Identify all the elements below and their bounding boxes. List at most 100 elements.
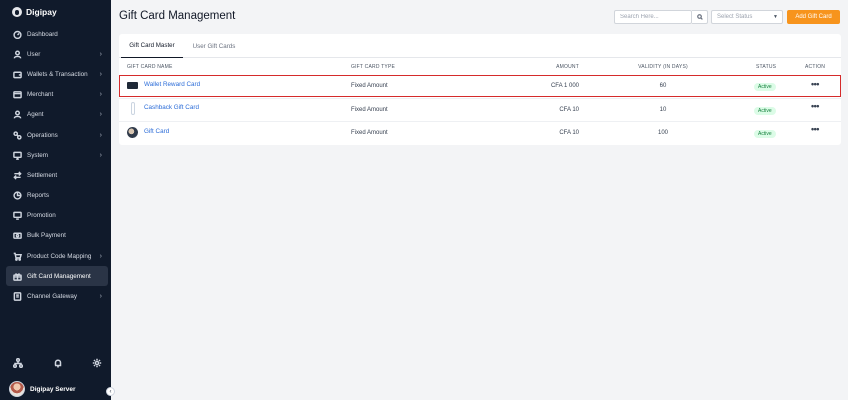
gift-card-type: Fixed Amount bbox=[351, 130, 388, 136]
sidebar-item-product-code-mapping[interactable]: Product Code Mapping › bbox=[6, 246, 108, 266]
bulk-payment-icon bbox=[13, 231, 22, 240]
gift-card-panel: Gift Card Master User Gift Cards GIFT CA… bbox=[119, 34, 841, 145]
sidebar-item-label: Dashboard bbox=[27, 30, 58, 38]
brand-logo-icon bbox=[12, 7, 22, 17]
dashboard-icon bbox=[13, 30, 22, 39]
chevron-right-icon: › bbox=[99, 50, 102, 58]
chevron-right-icon: › bbox=[99, 131, 102, 139]
sidebar-item-agent[interactable]: Agent › bbox=[6, 105, 108, 125]
chevron-right-icon: › bbox=[99, 252, 102, 260]
column-header-status: STATUS bbox=[756, 64, 777, 70]
sidebar-item-reports[interactable]: Reports bbox=[6, 186, 108, 206]
sidebar-item-label: Merchant bbox=[27, 91, 54, 99]
tab-bar: Gift Card Master User Gift Cards bbox=[119, 34, 841, 58]
gift-card-type: Fixed Amount bbox=[351, 107, 388, 113]
gift-card-name-link[interactable]: Wallet Reward Card bbox=[144, 81, 200, 88]
collapse-sidebar-button[interactable]: ‹ bbox=[106, 387, 115, 396]
add-gift-card-button[interactable]: Add Gift Card bbox=[787, 10, 840, 24]
sidebar-item-label: Agent bbox=[27, 111, 44, 119]
gift-card-validity: 100 bbox=[657, 130, 668, 136]
user-icon bbox=[13, 50, 22, 59]
search-button[interactable] bbox=[692, 10, 708, 24]
table-row[interactable]: Wallet Reward Card Fixed Amount CFA 1 00… bbox=[119, 75, 841, 97]
column-header-validity: VALIDITY (IN DAYS) bbox=[638, 64, 688, 70]
sidebar-item-operations[interactable]: Operations › bbox=[6, 125, 108, 145]
sidebar-item-wallets[interactable]: Wallets & Transaction › bbox=[6, 64, 108, 84]
sidebar-item-label: Operations bbox=[27, 131, 58, 139]
operations-icon bbox=[13, 130, 22, 140]
table-header: GIFT CARD NAME GIFT CARD TYPE AMOUNT VAL… bbox=[119, 60, 841, 74]
chevron-right-icon: › bbox=[99, 293, 102, 301]
sidebar-item-system[interactable]: System › bbox=[6, 145, 108, 165]
chevron-right-icon: › bbox=[99, 151, 102, 159]
chevron-right-icon: › bbox=[99, 91, 102, 99]
chevron-right-icon: › bbox=[99, 111, 102, 119]
brand[interactable]: Digipay bbox=[12, 6, 57, 18]
gift-icon bbox=[13, 272, 22, 281]
status-badge: Active bbox=[754, 83, 776, 91]
cart-icon bbox=[13, 252, 22, 261]
sidebar-nav: Dashboard User › Wallets & Transaction ›… bbox=[6, 24, 108, 307]
page-title: Gift Card Management bbox=[119, 10, 236, 22]
status-badge: Active bbox=[754, 107, 776, 115]
tab-gift-card-master[interactable]: Gift Card Master bbox=[121, 34, 183, 58]
sidebar-item-settlement[interactable]: Settlement bbox=[6, 165, 108, 185]
gift-card-amount: CFA 10 bbox=[559, 107, 579, 113]
status-select-placeholder: Select Status bbox=[717, 14, 753, 20]
chevron-down-icon: ▼ bbox=[773, 14, 778, 20]
card-thumbnail bbox=[131, 102, 135, 115]
gift-card-type: Fixed Amount bbox=[351, 83, 388, 89]
card-thumbnail bbox=[127, 82, 138, 89]
bell-icon[interactable] bbox=[53, 358, 63, 370]
gateway-icon bbox=[13, 292, 22, 301]
sidebar-item-label: Promotion bbox=[27, 212, 56, 220]
gift-card-validity: 60 bbox=[659, 83, 667, 89]
chevron-right-icon: › bbox=[99, 70, 102, 78]
sidebar-item-label: Product Code Mapping bbox=[27, 252, 92, 260]
avatar bbox=[9, 381, 25, 397]
column-header-type: GIFT CARD TYPE bbox=[351, 64, 396, 70]
sidebar-item-channel-gateway[interactable]: Channel Gateway › bbox=[6, 286, 108, 306]
table-row[interactable]: Gift Card Fixed Amount CFA 10 100 Active… bbox=[119, 121, 841, 143]
sidebar-item-label: User bbox=[27, 50, 41, 58]
promotion-icon bbox=[13, 211, 22, 221]
tab-user-gift-cards[interactable]: User Gift Cards bbox=[185, 34, 243, 58]
sidebar-item-label: Reports bbox=[27, 192, 50, 200]
system-icon bbox=[13, 151, 22, 160]
more-actions-button[interactable]: ••• bbox=[811, 101, 819, 111]
sidebar-item-bulk-payment[interactable]: Bulk Payment bbox=[6, 226, 108, 246]
sidebar-item-label: Channel Gateway bbox=[27, 293, 78, 301]
sidebar-item-promotion[interactable]: Promotion bbox=[6, 206, 108, 226]
gear-icon[interactable] bbox=[92, 358, 102, 370]
sidebar-item-label: Bulk Payment bbox=[27, 232, 66, 240]
gift-card-amount: CFA 10 bbox=[559, 130, 579, 136]
sidebar-item-gift-card-management[interactable]: Gift Card Management bbox=[6, 266, 108, 287]
sidebar-item-user[interactable]: User › bbox=[6, 44, 108, 64]
column-header-action: ACTION bbox=[805, 64, 826, 70]
sidebar: Digipay Dashboard User › Wallets & Trans… bbox=[0, 0, 111, 400]
brand-name: Digipay bbox=[26, 7, 57, 17]
sidebar-item-label: Gift Card Management bbox=[27, 272, 91, 280]
more-actions-button[interactable]: ••• bbox=[811, 124, 819, 134]
sidebar-item-label: Wallets & Transaction bbox=[27, 70, 88, 78]
status-select[interactable]: Select Status ▼ bbox=[711, 10, 783, 24]
gift-card-name-link[interactable]: Cashback Gift Card bbox=[144, 104, 199, 111]
sidebar-item-label: Settlement bbox=[27, 171, 58, 179]
sidebar-item-merchant[interactable]: Merchant › bbox=[6, 85, 108, 105]
merchant-icon bbox=[13, 90, 22, 99]
user-profile[interactable]: Digipay Server bbox=[9, 381, 76, 397]
search-input[interactable] bbox=[614, 10, 692, 24]
more-actions-button[interactable]: ••• bbox=[811, 79, 819, 89]
table-row[interactable]: Cashback Gift Card Fixed Amount CFA 10 1… bbox=[119, 98, 841, 120]
gift-card-validity: 10 bbox=[659, 107, 667, 113]
hierarchy-icon[interactable] bbox=[12, 357, 24, 370]
main-content: Gift Card Management Select Status ▼ Add… bbox=[111, 0, 848, 400]
wallet-icon bbox=[13, 70, 22, 79]
agent-icon bbox=[13, 110, 22, 119]
reports-icon bbox=[13, 191, 22, 200]
column-header-amount: AMOUNT bbox=[556, 64, 579, 70]
gift-card-name-link[interactable]: Gift Card bbox=[144, 128, 169, 135]
search-icon bbox=[696, 14, 703, 20]
sidebar-bottom-actions bbox=[0, 357, 111, 370]
sidebar-item-dashboard[interactable]: Dashboard bbox=[6, 24, 108, 44]
